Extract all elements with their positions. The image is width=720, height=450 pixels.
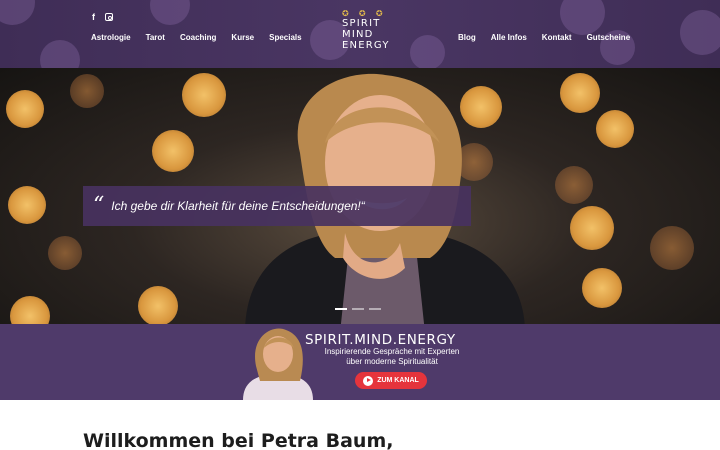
slider-dots bbox=[335, 308, 381, 310]
logo-line-2: MIND bbox=[342, 29, 374, 40]
play-icon bbox=[363, 375, 374, 386]
nav-specials[interactable]: Specials bbox=[269, 33, 301, 42]
quote-mark-icon: “ bbox=[93, 193, 105, 218]
nav-alle-infos[interactable]: Alle Infos bbox=[491, 33, 527, 42]
zum-kanal-button[interactable]: ZUM KANAL bbox=[355, 372, 427, 389]
nav-kontakt[interactable]: Kontakt bbox=[542, 33, 572, 42]
slider-dot-2[interactable] bbox=[352, 308, 364, 310]
hero-quote: “ Ich gebe dir Klarheit für deine Entsch… bbox=[83, 186, 471, 226]
facebook-icon[interactable]: f bbox=[92, 12, 95, 22]
banner-title: SPIRIT.MIND.ENERGY bbox=[305, 332, 456, 348]
site-logo[interactable]: ✪ ✪ ✪ SPIRIT MIND ENERGY bbox=[342, 9, 402, 51]
main-nav-left: Astrologie Tarot Coaching Kurse Specials bbox=[91, 33, 302, 42]
logo-line-1: SPIRIT bbox=[342, 18, 381, 29]
slider-dot-3[interactable] bbox=[369, 308, 381, 310]
nav-blog[interactable]: Blog bbox=[458, 33, 476, 42]
logo-stars: ✪ ✪ ✪ bbox=[342, 9, 387, 18]
nav-coaching[interactable]: Coaching bbox=[180, 33, 216, 42]
welcome-heading: Willkommen bei Petra Baum, bbox=[83, 430, 394, 450]
nav-astrologie[interactable]: Astrologie bbox=[91, 33, 131, 42]
quote-text: Ich gebe dir Klarheit für deine Entschei… bbox=[111, 199, 365, 213]
podcast-banner[interactable]: SPIRIT.MIND.ENERGY Inspirierende Gespräc… bbox=[0, 324, 720, 400]
slider-dot-1[interactable] bbox=[335, 308, 347, 310]
nav-tarot[interactable]: Tarot bbox=[146, 33, 165, 42]
site-header: f Astrologie Tarot Coaching Kurse Specia… bbox=[0, 0, 720, 68]
zum-kanal-label: ZUM KANAL bbox=[377, 377, 419, 384]
nav-gutscheine[interactable]: Gutscheine bbox=[587, 33, 631, 42]
logo-line-3: ENERGY bbox=[342, 40, 390, 51]
main-nav-right: Blog Alle Infos Kontakt Gutscheine bbox=[458, 33, 630, 42]
hero-slider: “ Ich gebe dir Klarheit für deine Entsch… bbox=[0, 68, 720, 324]
nav-kurse[interactable]: Kurse bbox=[231, 33, 254, 42]
social-links: f bbox=[92, 12, 113, 22]
banner-subtitle-line-1: Inspirierende Gespräche mit Experten bbox=[324, 347, 460, 356]
banner-subtitle-line-2: über moderne Spiritualität bbox=[346, 357, 438, 366]
instagram-icon[interactable] bbox=[105, 13, 113, 21]
banner-subtitle: Inspirierende Gespräche mit Experten übe… bbox=[322, 347, 462, 367]
